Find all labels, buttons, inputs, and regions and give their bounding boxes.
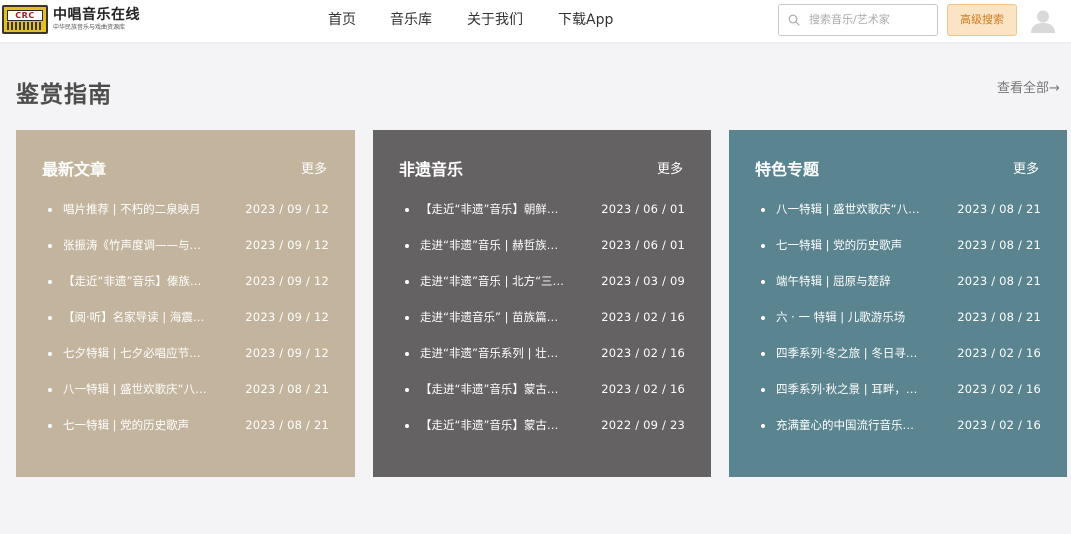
item-date: 2023 / 02 / 16 (601, 346, 685, 360)
bullet-icon (48, 280, 52, 284)
logo-mark-text: CRC (7, 10, 43, 21)
site-subtitle: 中华民族音乐与戏曲资源库 (53, 24, 126, 31)
bullet-icon (405, 424, 409, 428)
item-title: 【走近“非遗”音乐】傣族… (63, 274, 202, 288)
item-title: 走进“非遗”音乐系列 | 壮… (420, 346, 559, 360)
bullet-icon (761, 316, 765, 320)
item-title: 走进“非遗”音乐 | 赫哲族… (420, 238, 559, 252)
item-date: 2023 / 02 / 16 (601, 382, 685, 396)
item-date: 2023 / 02 / 16 (957, 382, 1041, 396)
card-title: 最新文章 (42, 160, 107, 179)
item-title: 充满童心的中国流行音乐… (776, 418, 914, 432)
item-title: 八一特辑 | 盛世欢歌庆“八… (776, 202, 920, 216)
item-date: 2022 / 09 / 23 (601, 418, 685, 432)
nav-music-library[interactable]: 音乐库 (390, 0, 432, 42)
item-title: 六 · 一 特辑 | 儿歌游乐场 (776, 310, 906, 324)
bullet-icon (48, 244, 52, 248)
bullet-icon (405, 352, 409, 356)
bullet-icon (48, 208, 52, 212)
bullet-icon (761, 424, 765, 428)
site-logo[interactable]: CRC 中唱音乐在线 中华民族音乐与戏曲资源库 (2, 5, 140, 34)
item-date: 2023 / 08 / 21 (245, 418, 329, 432)
item-title: 【走进“非遗”音乐】蒙古… (420, 382, 559, 396)
view-all-link[interactable]: 查看全部→ (997, 80, 1060, 98)
item-date: 2023 / 09 / 12 (245, 346, 329, 360)
item-date: 2023 / 08 / 21 (245, 382, 329, 396)
item-title: 【走近“非遗”音乐】朝鲜… (420, 202, 559, 216)
item-title: 张振涛《竹声度调——与… (63, 238, 201, 252)
card-more-link[interactable]: 更多 (1013, 161, 1039, 179)
bullet-icon (761, 352, 765, 356)
logo-icon: CRC (2, 5, 48, 34)
item-date: 2023 / 09 / 12 (245, 310, 329, 324)
item-title: 唱片推荐 | 不朽的二泉映月 (63, 202, 201, 216)
item-date: 2023 / 02 / 16 (957, 346, 1041, 360)
user-avatar-icon[interactable] (1030, 8, 1056, 34)
nav-about-us[interactable]: 关于我们 (467, 0, 523, 42)
item-date: 2023 / 02 / 16 (601, 310, 685, 324)
card-title: 特色专题 (755, 160, 820, 179)
item-date: 2023 / 09 / 12 (245, 238, 329, 252)
item-title: 七夕特辑 | 七夕必唱应节… (63, 346, 201, 360)
section-title: 鉴赏指南 (16, 82, 112, 108)
bullet-icon (405, 244, 409, 248)
item-date: 2023 / 08 / 21 (957, 310, 1041, 324)
card-latest-articles: 最新文章 更多 唱片推荐 | 不朽的二泉映月 2023 / 09 / 12 张振涛… (16, 130, 355, 477)
card-featured-topics: 特色专题 更多 八一特辑 | 盛世欢歌庆“八… 2023 / 08 / 21 七一… (729, 130, 1067, 477)
card-intangible-heritage-music: 非遗音乐 更多 【走近“非遗”音乐】朝鲜… 2023 / 06 / 01 走进“非… (373, 130, 711, 477)
card-more-link[interactable]: 更多 (657, 161, 683, 179)
bullet-icon (48, 424, 52, 428)
bullet-icon (761, 388, 765, 392)
item-date: 2023 / 03 / 09 (601, 274, 685, 288)
bullet-icon (48, 388, 52, 392)
item-date: 2023 / 06 / 01 (601, 238, 685, 252)
item-title: 四季系列·冬之旅 | 冬日寻… (776, 346, 918, 360)
search-input[interactable] (809, 5, 934, 35)
item-title: 七一特辑 | 党的历史歌声 (776, 238, 903, 252)
item-date: 2023 / 08 / 21 (957, 202, 1041, 216)
item-title: 【阅·听】名家导读 | 海震… (63, 310, 205, 324)
item-date: 2023 / 08 / 21 (957, 238, 1041, 252)
item-title: 端午特辑 | 屈原与楚辞 (776, 274, 891, 288)
bullet-icon (48, 352, 52, 356)
site-name: 中唱音乐在线 (53, 7, 140, 23)
advanced-search-button[interactable]: 高级搜索 (947, 4, 1017, 36)
bullet-icon (405, 316, 409, 320)
item-date: 2023 / 06 / 01 (601, 202, 685, 216)
bullet-icon (761, 208, 765, 212)
bullet-icon (405, 208, 409, 212)
item-title: 八一特辑 | 盛世欢歌庆“八… (63, 382, 207, 396)
item-title: 【走近“非遗”音乐】蒙古… (420, 418, 559, 432)
card-title: 非遗音乐 (399, 160, 464, 179)
item-date: 2023 / 09 / 12 (245, 274, 329, 288)
item-date: 2023 / 02 / 16 (957, 418, 1041, 432)
item-date: 2023 / 08 / 21 (957, 274, 1041, 288)
item-title: 七一特辑 | 党的历史歌声 (63, 418, 190, 432)
bullet-icon (48, 316, 52, 320)
item-title: 四季系列·秋之景 | 耳畔，… (776, 382, 918, 396)
bullet-icon (405, 280, 409, 284)
card-more-link[interactable]: 更多 (301, 161, 327, 179)
item-title: 走进“非遗”音乐 | 北方“三… (420, 274, 565, 288)
top-header: CRC 中唱音乐在线 中华民族音乐与戏曲资源库 首页 音乐库 关于我们 下载Ap… (0, 0, 1071, 42)
search-box (778, 4, 938, 36)
bullet-icon (405, 388, 409, 392)
search-icon[interactable] (788, 14, 800, 26)
item-title: 走进“非遗音乐” | 苗族篇… (420, 310, 559, 324)
nav-home[interactable]: 首页 (328, 0, 356, 42)
bullet-icon (761, 280, 765, 284)
nav-download-app[interactable]: 下载App (558, 0, 613, 42)
item-date: 2023 / 09 / 12 (245, 202, 329, 216)
bullet-icon (761, 244, 765, 248)
